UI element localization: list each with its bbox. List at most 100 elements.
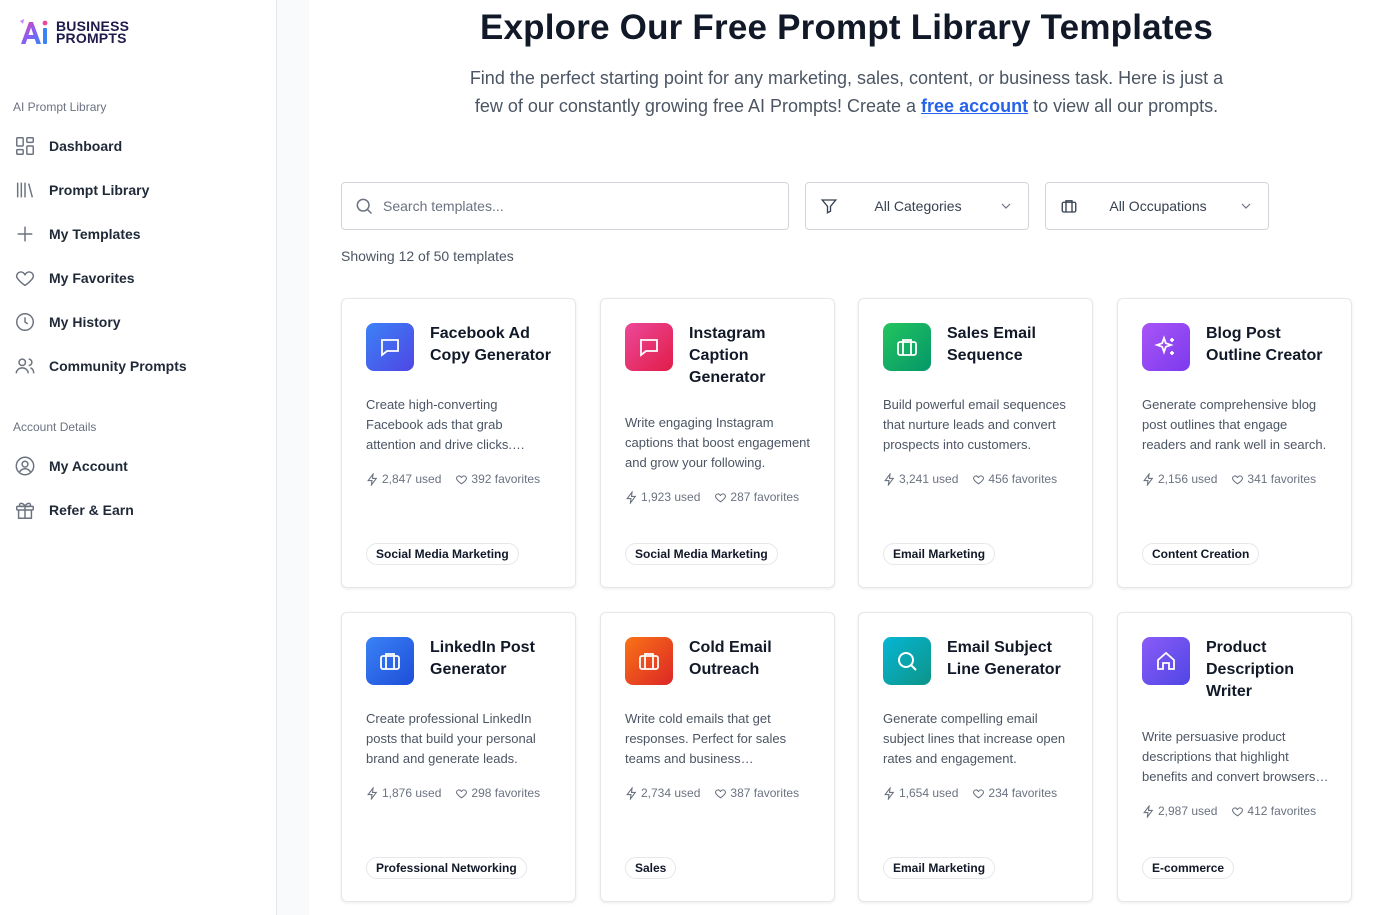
card-used-count: 3,241 used	[899, 472, 959, 486]
card-description: Write engaging Instagram captions that b…	[625, 415, 811, 470]
sidebar-item-my-favorites[interactable]: My Favorites	[13, 266, 135, 290]
bolt-icon	[1142, 472, 1155, 486]
sidebar-item-my-history[interactable]: My History	[13, 310, 121, 334]
sidebar: BUSINESS PROMPTS AI Prompt Library Dashb…	[0, 0, 277, 915]
subtitle-text-end: to view all our prompts.	[1028, 96, 1219, 116]
card-category-tag[interactable]: Email Marketing	[883, 857, 996, 879]
template-card-email-subject[interactable]: Email Subject Line Generator Generate co…	[858, 612, 1093, 902]
template-card-blog-outline[interactable]: Blog Post Outline Creator Generate compr…	[1117, 298, 1352, 588]
free-account-link[interactable]: free account	[921, 96, 1028, 116]
heart-icon	[455, 787, 468, 800]
search-icon	[883, 637, 931, 685]
card-stats: 1,654 used 234 favorites	[883, 786, 1071, 800]
brand-logo[interactable]: BUSINESS PROMPTS	[18, 17, 129, 47]
template-card-sales-email[interactable]: Sales Email Sequence Build powerful emai…	[858, 298, 1093, 588]
card-stats: 1,923 used 287 favorites	[625, 490, 813, 504]
template-card-facebook-ad[interactable]: Facebook Ad Copy Generator Create high-c…	[341, 298, 576, 588]
card-used-count: 2,987 used	[1158, 804, 1218, 818]
card-title: Product Description Writer	[1206, 639, 1295, 700]
card-favorites-count: 341 favorites	[1247, 472, 1317, 486]
card-description: Create high-converting Facebook ads that…	[366, 397, 512, 452]
brand-name: BUSINESS PROMPTS	[56, 19, 129, 46]
template-card-product-description[interactable]: Product Description Writer Write persuas…	[1117, 612, 1352, 902]
card-category-tag[interactable]: Social Media Marketing	[625, 543, 778, 565]
sidebar-item-my-account[interactable]: My Account	[13, 454, 128, 478]
briefcase-icon	[883, 323, 931, 371]
sidebar-item-label: My Templates	[49, 226, 141, 242]
dashboard-icon	[13, 134, 37, 158]
page-subtitle: Find the perfect starting point for any …	[459, 64, 1234, 120]
bolt-icon	[366, 472, 379, 486]
briefcase-icon	[625, 637, 673, 685]
heart-icon	[714, 491, 727, 504]
category-select[interactable]: All Categories	[805, 182, 1029, 230]
template-card-instagram-caption[interactable]: Instagram Caption Generator Write engagi…	[600, 298, 835, 588]
card-title: Cold Email Outreach	[689, 639, 772, 678]
sidebar-item-label: My Favorites	[49, 270, 135, 286]
sidebar-item-prompt-library[interactable]: Prompt Library	[13, 178, 149, 202]
template-card-linkedin-post[interactable]: LinkedIn Post Generator Create professio…	[341, 612, 576, 902]
sidebar-item-dashboard[interactable]: Dashboard	[13, 134, 122, 158]
plus-icon	[13, 222, 37, 246]
sidebar-item-refer-earn[interactable]: Refer & Earn	[13, 498, 134, 522]
sidebar-item-community-prompts[interactable]: Community Prompts	[13, 354, 187, 378]
users-icon	[13, 354, 37, 378]
card-stats: 1,876 used 298 favorites	[366, 786, 554, 800]
card-title: Facebook Ad Copy Generator	[430, 325, 551, 364]
main-content: Explore Our Free Prompt Library Template…	[309, 0, 1376, 915]
heart-icon	[972, 787, 985, 800]
card-category-tag[interactable]: Email Marketing	[883, 543, 996, 565]
section-label-account: Account Details	[13, 420, 97, 434]
briefcase-icon	[366, 637, 414, 685]
card-title: Sales Email Sequence	[947, 325, 1036, 364]
sidebar-item-my-templates[interactable]: My Templates	[13, 222, 141, 246]
card-description: Generate comprehensive blog post outline…	[1142, 397, 1327, 452]
search-box[interactable]	[341, 182, 789, 230]
card-used-count: 1,654 used	[899, 786, 959, 800]
card-favorites-count: 387 favorites	[730, 786, 800, 800]
card-stats: 2,156 used 341 favorites	[1142, 472, 1330, 486]
card-stats: 3,241 used 456 favorites	[883, 472, 1071, 486]
heart-icon	[714, 787, 727, 800]
card-category-tag[interactable]: Sales	[625, 857, 677, 879]
sidebar-gutter	[277, 0, 309, 915]
card-category-tag[interactable]: Social Media Marketing	[366, 543, 519, 565]
card-favorites-count: 392 favorites	[471, 472, 541, 486]
card-description: Create professional LinkedIn posts that …	[366, 711, 536, 766]
card-category-tag[interactable]: E-commerce	[1142, 857, 1235, 879]
brand-line2: PROMPTS	[56, 30, 127, 46]
card-category-tag[interactable]: Content Creation	[1142, 543, 1260, 565]
card-favorites-count: 298 favorites	[471, 786, 541, 800]
clock-icon	[13, 310, 37, 334]
occupation-select[interactable]: All Occupations	[1045, 182, 1269, 230]
card-stats: 2,734 used 387 favorites	[625, 786, 813, 800]
card-favorites-count: 412 favorites	[1247, 804, 1317, 818]
search-input[interactable]	[383, 198, 763, 214]
sidebar-item-label: Dashboard	[49, 138, 123, 154]
bolt-icon	[366, 786, 379, 800]
home-icon	[1142, 637, 1190, 685]
card-used-count: 2,847 used	[382, 472, 442, 486]
card-used-count: 2,734 used	[641, 786, 701, 800]
template-card-cold-email[interactable]: Cold Email Outreach Write cold emails th…	[600, 612, 835, 902]
card-description: Generate compelling email subject lines …	[883, 711, 1066, 766]
chevron-down-icon	[998, 198, 1014, 214]
filter-icon	[820, 197, 838, 215]
card-used-count: 1,876 used	[382, 786, 442, 800]
results-count: Showing 12 of 50 templates	[341, 248, 514, 264]
heart-icon	[1231, 473, 1244, 486]
message-icon	[366, 323, 414, 371]
sparkle-icon	[1142, 323, 1190, 371]
bolt-icon	[625, 786, 638, 800]
card-favorites-count: 456 favorites	[988, 472, 1058, 486]
card-favorites-count: 287 favorites	[730, 490, 800, 504]
card-title: Email Subject Line Generator	[947, 639, 1061, 678]
card-favorites-count: 234 favorites	[988, 786, 1058, 800]
sidebar-item-label: Prompt Library	[49, 182, 150, 198]
occupation-select-value: All Occupations	[1109, 198, 1207, 214]
search-icon	[354, 196, 374, 216]
heart-icon	[1231, 805, 1244, 818]
card-category-tag[interactable]: Professional Networking	[366, 857, 527, 879]
heart-icon	[455, 473, 468, 486]
card-title: LinkedIn Post Generator	[430, 639, 535, 678]
